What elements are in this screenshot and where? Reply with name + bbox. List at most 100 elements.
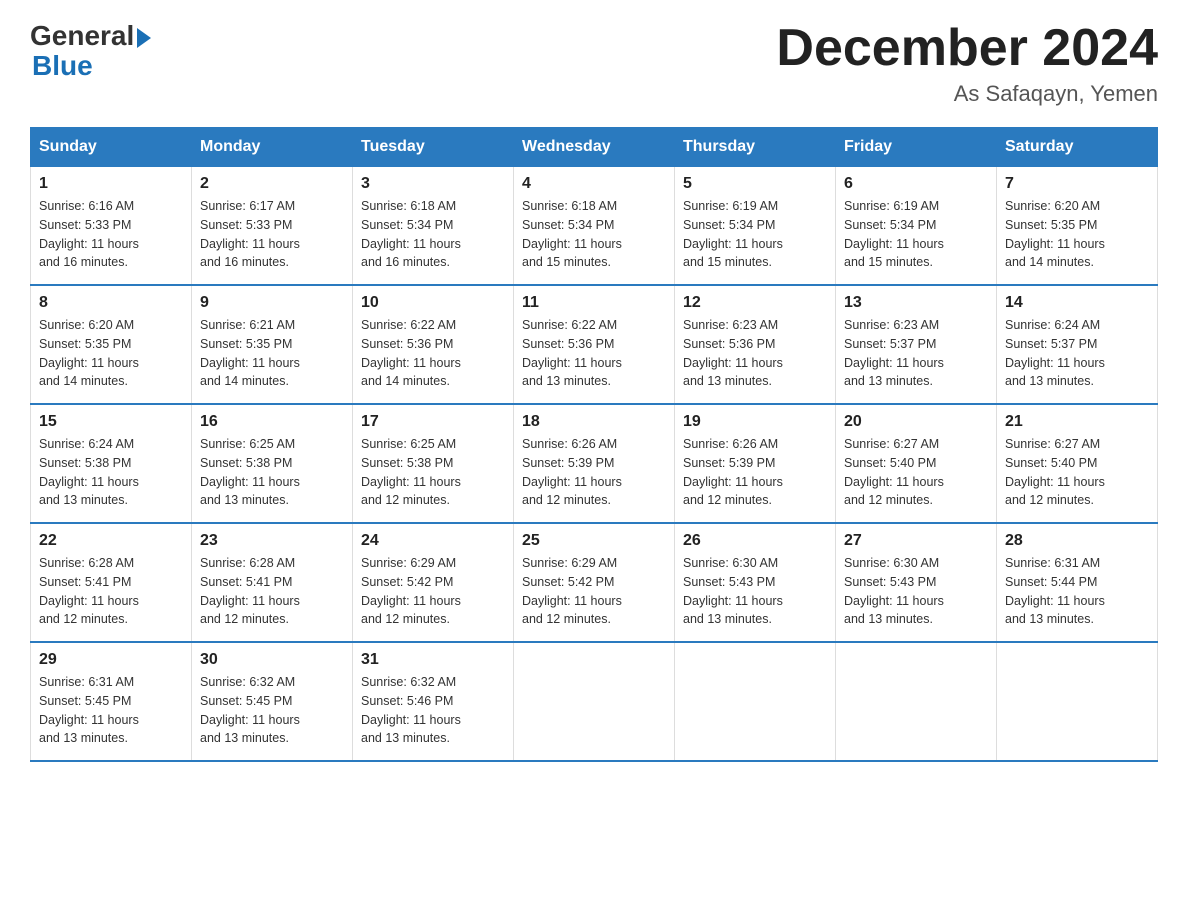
calendar-header-sunday: Sunday [31,128,192,167]
day-number: 18 [522,413,666,431]
day-info: Sunrise: 6:27 AMSunset: 5:40 PMDaylight:… [844,435,988,510]
day-info: Sunrise: 6:16 AMSunset: 5:33 PMDaylight:… [39,197,183,272]
day-info: Sunrise: 6:30 AMSunset: 5:43 PMDaylight:… [683,554,827,629]
calendar-cell: 18 Sunrise: 6:26 AMSunset: 5:39 PMDayligh… [514,404,675,523]
calendar-cell: 5 Sunrise: 6:19 AMSunset: 5:34 PMDaylight… [675,167,836,286]
calendar-cell: 8Sunrise: 6:20 AMSunset: 5:35 PMDaylight… [31,285,192,404]
day-number: 24 [361,532,505,550]
day-number: 31 [361,651,505,669]
calendar-cell: 19Sunrise: 6:26 AMSunset: 5:39 PMDayligh… [675,404,836,523]
day-info: Sunrise: 6:22 AMSunset: 5:36 PMDaylight:… [361,316,505,391]
day-number: 26 [683,532,827,550]
calendar-week-row: 8Sunrise: 6:20 AMSunset: 5:35 PMDaylight… [31,285,1158,404]
calendar-cell: 1 Sunrise: 6:16 AMSunset: 5:33 PMDaylight… [31,167,192,286]
calendar-header-thursday: Thursday [675,128,836,167]
day-number: 9 [200,294,344,312]
calendar-week-row: 15Sunrise: 6:24 AMSunset: 5:38 PMDayligh… [31,404,1158,523]
day-number: 2 [200,175,344,193]
logo-top: General [30,20,151,52]
day-info: Sunrise: 6:31 AMSunset: 5:45 PMDaylight:… [39,673,183,748]
day-number: 4 [522,175,666,193]
day-number: 6 [844,175,988,193]
day-info: Sunrise: 6:17 AMSunset: 5:33 PMDaylight:… [200,197,344,272]
calendar-header-monday: Monday [192,128,353,167]
calendar-week-row: 29 Sunrise: 6:31 AMSunset: 5:45 PMDayligh… [31,642,1158,761]
day-number: 25 [522,532,666,550]
calendar-cell: 16 Sunrise: 6:25 AMSunset: 5:38 PMDayligh… [192,404,353,523]
day-number: 7 [1005,175,1149,193]
calendar-cell: 13Sunrise: 6:23 AMSunset: 5:37 PMDayligh… [836,285,997,404]
logo: General Blue [30,20,151,80]
calendar-cell: 15Sunrise: 6:24 AMSunset: 5:38 PMDayligh… [31,404,192,523]
day-number: 21 [1005,413,1149,431]
calendar-cell: 10 Sunrise: 6:22 AMSunset: 5:36 PMDayligh… [353,285,514,404]
day-number: 16 [200,413,344,431]
day-info: Sunrise: 6:18 AMSunset: 5:34 PMDaylight:… [361,197,505,272]
calendar-cell: 21 Sunrise: 6:27 AMSunset: 5:40 PMDayligh… [997,404,1158,523]
location: As Safaqayn, Yemen [776,81,1158,107]
day-info: Sunrise: 6:29 AMSunset: 5:42 PMDaylight:… [361,554,505,629]
calendar-cell [997,642,1158,761]
calendar-week-row: 1 Sunrise: 6:16 AMSunset: 5:33 PMDaylight… [31,167,1158,286]
title-block: December 2024 As Safaqayn, Yemen [776,20,1158,107]
day-info: Sunrise: 6:32 AMSunset: 5:45 PMDaylight:… [200,673,344,748]
calendar-cell: 6 Sunrise: 6:19 AMSunset: 5:34 PMDaylight… [836,167,997,286]
day-number: 23 [200,532,344,550]
day-number: 27 [844,532,988,550]
day-number: 13 [844,294,988,312]
calendar-cell [836,642,997,761]
month-title: December 2024 [776,20,1158,77]
day-info: Sunrise: 6:19 AMSunset: 5:34 PMDaylight:… [683,197,827,272]
day-info: Sunrise: 6:26 AMSunset: 5:39 PMDaylight:… [683,435,827,510]
calendar-header-wednesday: Wednesday [514,128,675,167]
day-number: 5 [683,175,827,193]
day-number: 22 [39,532,183,550]
day-number: 10 [361,294,505,312]
calendar-cell: 11Sunrise: 6:22 AMSunset: 5:36 PMDayligh… [514,285,675,404]
calendar-header-friday: Friday [836,128,997,167]
page-header: General Blue December 2024 As Safaqayn, … [30,20,1158,107]
day-info: Sunrise: 6:25 AMSunset: 5:38 PMDaylight:… [200,435,344,510]
day-number: 11 [522,294,666,312]
day-info: Sunrise: 6:24 AMSunset: 5:37 PMDaylight:… [1005,316,1149,391]
day-info: Sunrise: 6:30 AMSunset: 5:43 PMDaylight:… [844,554,988,629]
day-number: 30 [200,651,344,669]
day-info: Sunrise: 6:28 AMSunset: 5:41 PMDaylight:… [39,554,183,629]
calendar-cell: 28Sunrise: 6:31 AMSunset: 5:44 PMDayligh… [997,523,1158,642]
day-info: Sunrise: 6:21 AMSunset: 5:35 PMDaylight:… [200,316,344,391]
day-number: 12 [683,294,827,312]
day-info: Sunrise: 6:18 AMSunset: 5:34 PMDaylight:… [522,197,666,272]
day-info: Sunrise: 6:24 AMSunset: 5:38 PMDaylight:… [39,435,183,510]
calendar-cell: 3 Sunrise: 6:18 AMSunset: 5:34 PMDaylight… [353,167,514,286]
calendar-cell: 31 Sunrise: 6:32 AMSunset: 5:46 PMDayligh… [353,642,514,761]
day-number: 1 [39,175,183,193]
calendar-cell: 17 Sunrise: 6:25 AMSunset: 5:38 PMDayligh… [353,404,514,523]
day-info: Sunrise: 6:27 AMSunset: 5:40 PMDaylight:… [1005,435,1149,510]
calendar-cell: 12 Sunrise: 6:23 AMSunset: 5:36 PMDayligh… [675,285,836,404]
day-number: 14 [1005,294,1149,312]
calendar-cell: 2 Sunrise: 6:17 AMSunset: 5:33 PMDaylight… [192,167,353,286]
calendar-cell: 26 Sunrise: 6:30 AMSunset: 5:43 PMDayligh… [675,523,836,642]
day-info: Sunrise: 6:32 AMSunset: 5:46 PMDaylight:… [361,673,505,748]
day-info: Sunrise: 6:29 AMSunset: 5:42 PMDaylight:… [522,554,666,629]
calendar-cell: 30 Sunrise: 6:32 AMSunset: 5:45 PMDayligh… [192,642,353,761]
calendar-cell: 25 Sunrise: 6:29 AMSunset: 5:42 PMDayligh… [514,523,675,642]
calendar-table: SundayMondayTuesdayWednesdayThursdayFrid… [30,127,1158,762]
calendar-header-tuesday: Tuesday [353,128,514,167]
calendar-cell [675,642,836,761]
day-info: Sunrise: 6:19 AMSunset: 5:34 PMDaylight:… [844,197,988,272]
calendar-week-row: 22 Sunrise: 6:28 AMSunset: 5:41 PMDayligh… [31,523,1158,642]
day-number: 17 [361,413,505,431]
calendar-cell: 4 Sunrise: 6:18 AMSunset: 5:34 PMDaylight… [514,167,675,286]
calendar-cell: 7 Sunrise: 6:20 AMSunset: 5:35 PMDaylight… [997,167,1158,286]
calendar-cell [514,642,675,761]
day-number: 3 [361,175,505,193]
day-info: Sunrise: 6:26 AMSunset: 5:39 PMDaylight:… [522,435,666,510]
calendar-header-row: SundayMondayTuesdayWednesdayThursdayFrid… [31,128,1158,167]
day-info: Sunrise: 6:20 AMSunset: 5:35 PMDaylight:… [1005,197,1149,272]
day-number: 8 [39,294,183,312]
day-number: 29 [39,651,183,669]
day-number: 20 [844,413,988,431]
day-info: Sunrise: 6:25 AMSunset: 5:38 PMDaylight:… [361,435,505,510]
day-info: Sunrise: 6:23 AMSunset: 5:36 PMDaylight:… [683,316,827,391]
